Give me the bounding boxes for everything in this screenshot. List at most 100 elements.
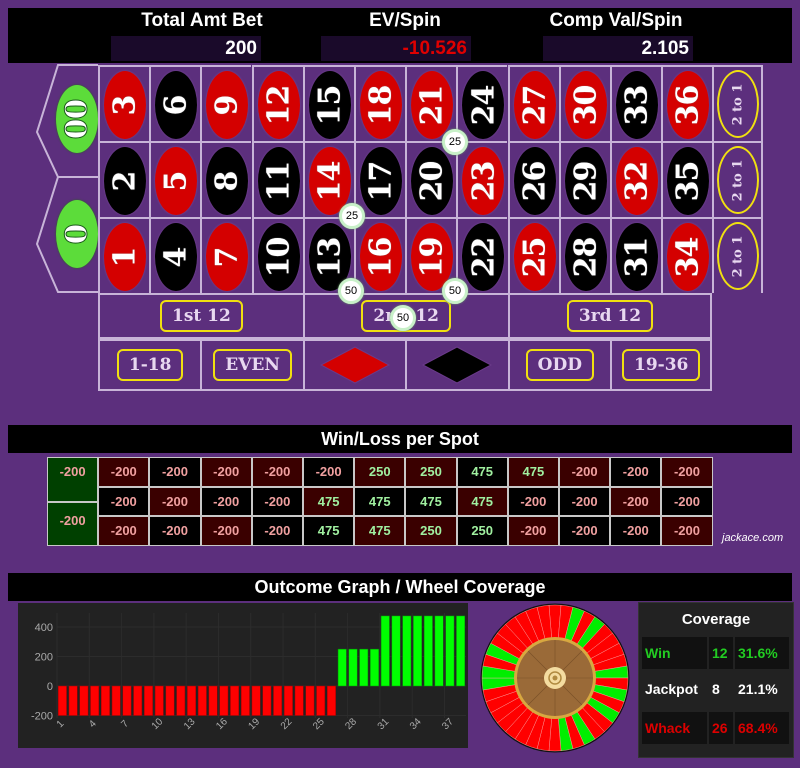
number-oval: 30 (564, 71, 607, 139)
number-cell-15[interactable]: 15 (302, 65, 354, 141)
number-label: 25 (517, 237, 553, 277)
number-cell-2[interactable]: 2 (98, 141, 149, 217)
number-cell-27[interactable]: 27 (507, 65, 559, 141)
number-cell-24[interactable]: 24 (456, 65, 508, 141)
even-money-label: ODD (525, 349, 594, 381)
x-tick-label: 1 (55, 718, 67, 730)
number-oval: 24 (462, 71, 505, 139)
number-label: 31 (619, 237, 655, 277)
number-cell-34[interactable]: 34 (661, 217, 713, 293)
zero-cell-00[interactable]: 00 (55, 85, 99, 157)
number-cell-16[interactable]: 16 (354, 217, 405, 293)
number-cell-8[interactable]: 8 (200, 141, 252, 217)
y-tick-label: 200 (35, 652, 53, 664)
number-cell-6[interactable]: 6 (149, 65, 201, 141)
bar-18 (240, 685, 250, 716)
number-cell-28[interactable]: 28 (558, 217, 610, 293)
number-cell-25[interactable]: 25 (507, 217, 559, 293)
number-cell-17[interactable]: 17 (354, 141, 405, 217)
bet-chip[interactable]: 50 (442, 278, 468, 304)
dozen-bet-3[interactable]: 3rd 12 (507, 293, 713, 339)
number-label: 16 (363, 237, 399, 277)
number-oval: 11 (257, 147, 300, 215)
coverage-whack-pct: 68.4% (735, 712, 789, 744)
number-cell-7[interactable]: 7 (200, 217, 252, 293)
winloss-cell: -200 (508, 517, 558, 545)
number-label: 5 (158, 171, 194, 191)
number-cell-12[interactable]: 12 (251, 65, 303, 141)
red-bet[interactable] (302, 339, 406, 391)
number-oval: 27 (513, 71, 556, 139)
number-cell-29[interactable]: 29 (558, 141, 610, 217)
number-cell-36[interactable]: 36 (661, 65, 713, 141)
bar-2 (68, 685, 78, 716)
dozen-bet-1[interactable]: 1st 12 (98, 293, 303, 339)
winloss-cell: -200 (611, 487, 661, 516)
number-label: 27 (517, 85, 553, 125)
number-cell-4[interactable]: 4 (149, 217, 201, 293)
number-label: 3 (107, 95, 143, 115)
black-bet[interactable] (405, 339, 508, 391)
number-cell-10[interactable]: 10 (251, 217, 303, 293)
number-oval: 00 (56, 85, 98, 153)
number-oval: 21 (411, 71, 454, 139)
wheel-center-dot (552, 675, 558, 681)
number-oval: 5 (155, 147, 198, 215)
x-tick-label: 4 (87, 718, 99, 730)
column-bet-2[interactable]: 2 to 1 (712, 141, 764, 217)
number-oval: 32 (616, 147, 658, 215)
number-label: 15 (312, 85, 348, 125)
bar-38 (456, 615, 466, 687)
bet-chip[interactable]: 50 (390, 305, 416, 331)
number-oval: 7 (206, 223, 249, 291)
x-tick-label: 7 (119, 718, 131, 730)
number-oval: 29 (564, 147, 607, 215)
comp-val-value: 2.105 (543, 36, 693, 61)
bet-chip[interactable]: 50 (338, 278, 364, 304)
number-oval: 1 (104, 223, 146, 291)
number-cell-32[interactable]: 32 (610, 141, 661, 217)
coverage-jackpot-label: Jackpot (645, 681, 698, 697)
ev-spin-value: -10.526 (321, 36, 471, 61)
winloss-cell: 475 (304, 517, 354, 545)
x-tick-label: 22 (279, 716, 295, 732)
column-bet-3[interactable]: 2 to 1 (712, 217, 764, 293)
bet-chip[interactable]: 25 (442, 129, 468, 155)
roulette-layout: 00 0 3 6 9 12 15 18 21 24 27 30 33 36 2 5 8 11 14 17 20 23 26… (0, 63, 800, 400)
bar-29 (359, 648, 369, 687)
credit-link[interactable]: jackace.com (722, 532, 783, 544)
winloss-cell: -200 (560, 487, 610, 516)
bar-6 (111, 685, 121, 716)
ev-spin-label: EV/Spin (369, 10, 441, 31)
number-cell-30[interactable]: 30 (558, 65, 610, 141)
number-cell-9[interactable]: 9 (200, 65, 252, 141)
number-label: 12 (261, 85, 297, 125)
number-oval: 36 (667, 71, 710, 139)
odd-bet[interactable]: ODD (507, 339, 610, 391)
zero-cell-0[interactable]: 0 (55, 200, 99, 272)
even-bet[interactable]: EVEN (200, 339, 303, 391)
number-cell-23[interactable]: 23 (456, 141, 508, 217)
number-cell-26[interactable]: 26 (507, 141, 559, 217)
low-bet[interactable]: 1-18 (98, 339, 201, 391)
number-cell-5[interactable]: 5 (149, 141, 201, 217)
wheel-coverage (480, 603, 630, 753)
number-oval: 8 (206, 147, 249, 215)
winloss-cell: 475 (457, 458, 507, 486)
y-tick-label: 0 (47, 681, 53, 693)
number-cell-31[interactable]: 31 (610, 217, 661, 293)
number-oval: 25 (513, 223, 556, 291)
number-oval: 35 (667, 147, 710, 215)
number-cell-18[interactable]: 18 (354, 65, 405, 141)
number-cell-3[interactable]: 3 (98, 65, 149, 141)
number-cell-33[interactable]: 33 (610, 65, 661, 141)
comp-val-label: Comp Val/Spin (549, 10, 683, 31)
column-bet-1[interactable]: 2 to 1 (712, 65, 764, 141)
number-cell-1[interactable]: 1 (98, 217, 149, 293)
bet-chip[interactable]: 25 (339, 203, 365, 229)
number-cell-35[interactable]: 35 (661, 141, 713, 217)
number-cell-11[interactable]: 11 (251, 141, 303, 217)
coverage-whack-count: 26 (709, 712, 733, 744)
bar-20 (262, 685, 272, 716)
high-bet[interactable]: 19-36 (610, 339, 713, 391)
